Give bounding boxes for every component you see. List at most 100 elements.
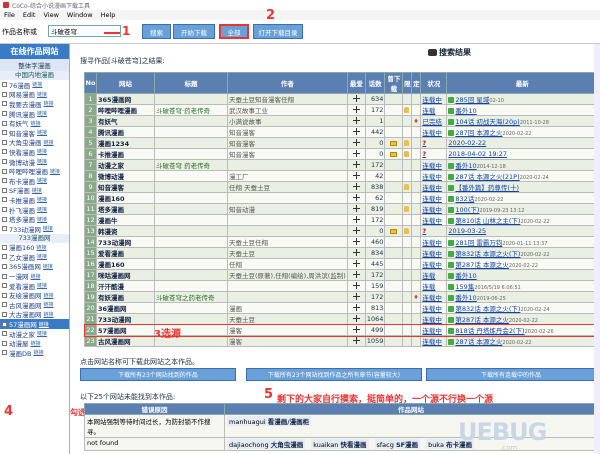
sidebar-item-link[interactable]: 链接 (37, 196, 47, 203)
add-favorite-icon[interactable] (352, 303, 360, 311)
latest-chapter-link[interactable]: 第287话 本源之火 (455, 316, 508, 324)
sidebar-item-link[interactable]: 链接 (37, 110, 47, 117)
sidebar-item[interactable]: 塔多漫画 链接 (0, 214, 69, 224)
download-all-chapters-button[interactable]: 下载所有23个网站找到作品之所有章节(容量较大) (246, 368, 422, 381)
checkbox[interactable] (2, 216, 7, 222)
sidebar-item[interactable]: 漫画160 链接 (0, 243, 69, 252)
menu-help[interactable]: Help (101, 11, 116, 19)
sidebar-item[interactable]: 卡推漫画 链接 (0, 195, 69, 205)
latest-chapter-link[interactable]: 番外10 (455, 162, 476, 170)
sidebar-item-link[interactable]: 链接 (50, 168, 60, 175)
checkbox[interactable] (2, 340, 7, 346)
fav-cell[interactable] (346, 192, 366, 204)
site-name-link[interactable]: 57漫画网 (96, 324, 155, 336)
add-favorite-icon[interactable] (352, 215, 360, 223)
row-status[interactable]: ? (420, 137, 448, 149)
row-latest[interactable]: 159集2016/5/19 6:06:51 (446, 280, 598, 292)
fav-cell[interactable] (346, 280, 366, 292)
fav-cell[interactable] (346, 203, 366, 215)
checkbox[interactable] (2, 331, 7, 337)
menu-view[interactable]: View (43, 11, 58, 19)
checkbox[interactable] (2, 139, 7, 145)
add-favorite-icon[interactable] (352, 314, 360, 322)
row-status[interactable]: 连载中 (420, 203, 448, 215)
row-status[interactable]: 连载中 (420, 313, 448, 325)
download-all-sites-button[interactable]: 下载所有23个网站找到的作品 (80, 368, 236, 381)
row-latest[interactable]: 第287话 本源之火2020-02-22 (446, 258, 598, 270)
row-status[interactable]: 连载中 (420, 159, 448, 171)
sidebar-item-link[interactable]: 链接 (39, 321, 49, 328)
sidebar-item[interactable]: 乙女漫画 链接 (0, 252, 69, 262)
fav-cell[interactable] (346, 269, 366, 281)
site-name-link[interactable]: 漫画160 (96, 258, 155, 270)
add-favorite-icon[interactable] (352, 270, 360, 278)
folder-icon[interactable] (390, 151, 398, 157)
sidebar-item[interactable]: 古风漫画网 链接 (0, 300, 69, 310)
notfound-site[interactable]: kuaikan 快看漫画 (311, 439, 369, 449)
sidebar-item[interactable]: 快看漫画 链接 (0, 147, 69, 157)
latest-chapter-link[interactable]: 番外10 (455, 107, 476, 115)
fav-cell[interactable] (346, 258, 366, 270)
checkbox[interactable] (2, 82, 7, 88)
fav-cell[interactable] (346, 104, 366, 116)
fav-cell[interactable] (346, 93, 366, 105)
checkbox[interactable] (2, 273, 7, 279)
sidebar-item-link[interactable]: 链接 (37, 177, 47, 184)
sidebar-item-link[interactable]: 链接 (37, 206, 47, 213)
sidebar-item-link[interactable]: 链接 (31, 340, 41, 347)
sidebar-item-link[interactable]: 链接 (44, 100, 54, 107)
row-latest[interactable]: 2020-02-22 (446, 137, 598, 149)
row-status[interactable]: 连载中 (420, 170, 448, 182)
site-name-link[interactable]: 爱看漫画 (96, 247, 155, 259)
all-button[interactable]: 全部 (219, 24, 249, 39)
row-status[interactable]: 连载中 (420, 236, 448, 248)
checkbox[interactable] (2, 321, 7, 327)
row-latest[interactable]: 第832话 本源之火(下)2020-02-24 (446, 302, 598, 314)
checkbox[interactable] (2, 159, 7, 165)
add-favorite-icon[interactable] (352, 160, 360, 168)
sidebar-item-link[interactable]: 链接 (44, 139, 54, 146)
sidebar-item-link[interactable]: 链接 (44, 292, 54, 299)
fav-cell[interactable] (346, 181, 366, 193)
search-input[interactable] (48, 25, 121, 37)
latest-chapter-link[interactable]: 第287话 本源之火 (455, 261, 508, 269)
latest-chapter-link[interactable]: 【番外篇】药尊传(十) (455, 184, 519, 192)
site-name-link[interactable]: 哔哩哔哩漫画 (96, 104, 155, 116)
notfound-site[interactable]: manhuagui 看漫画/漫画柜 (227, 416, 312, 426)
fav-cell[interactable] (346, 115, 366, 127)
checkbox[interactable] (2, 149, 7, 155)
latest-chapter-link[interactable]: 2020-02-22 (448, 139, 486, 147)
menu-edit[interactable]: Edit (23, 11, 36, 19)
checkbox[interactable] (2, 178, 7, 184)
row-latest[interactable]: 番外10 (446, 104, 598, 116)
fav-cell[interactable] (346, 137, 366, 149)
checkbox[interactable] (2, 120, 7, 126)
sidebar-item-link[interactable]: 链接 (37, 91, 47, 98)
site-name-link[interactable]: 36漫画网 (96, 302, 155, 314)
sidebar-item-link[interactable]: 链接 (32, 81, 42, 88)
fav-cell[interactable] (346, 247, 366, 259)
checkbox[interactable] (2, 130, 7, 136)
checkbox[interactable] (2, 168, 7, 174)
latest-chapter-link[interactable]: 281回 雷霸万钧 (455, 239, 502, 247)
sidebar-item[interactable]: SF漫画 链接 (0, 186, 69, 195)
add-favorite-icon[interactable] (352, 226, 360, 234)
row-latest[interactable]: 2019-03-25 (446, 225, 598, 237)
latest-chapter-link[interactable]: 第832话 本源之火(下) (455, 305, 520, 313)
row-latest[interactable]: 287回 本源之火2020-02-22 (446, 126, 598, 138)
add-favorite-icon[interactable] (352, 116, 360, 124)
site-name-link[interactable]: 733动漫网 (96, 236, 155, 248)
fav-cell[interactable] (346, 291, 366, 303)
row-status[interactable]: 连载中 (420, 214, 448, 226)
open-download-folder-button[interactable]: 打开下载目录 (253, 24, 303, 39)
site-name-link[interactable]: 365漫画网 (96, 93, 155, 105)
add-favorite-icon[interactable] (352, 248, 360, 256)
add-favorite-icon[interactable] (352, 171, 360, 179)
folder-icon[interactable] (390, 228, 398, 234)
sidebar-item-link[interactable]: 链接 (37, 148, 47, 155)
fav-cell[interactable] (346, 170, 366, 182)
sidebar-item-link[interactable]: 链接 (44, 311, 54, 318)
checkbox[interactable] (2, 311, 7, 317)
fav-cell[interactable] (346, 324, 366, 336)
sidebar-item[interactable]: 365漫画网 链接 (0, 262, 69, 271)
